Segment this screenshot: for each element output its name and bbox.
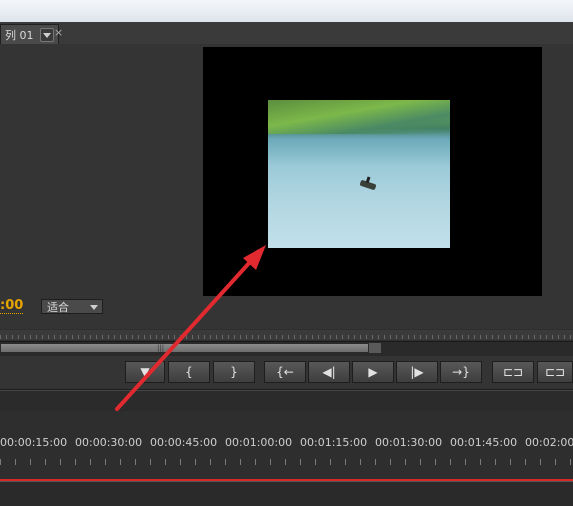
zoom-select[interactable]: 适合: [41, 299, 103, 314]
go-to-in-button[interactable]: {←: [264, 361, 306, 383]
chevron-down-icon: [90, 305, 98, 310]
zoom-scrollbar-handle[interactable]: [368, 343, 381, 353]
monitor-time-ruler[interactable]: [0, 330, 573, 340]
close-icon[interactable]: ×: [54, 26, 63, 39]
sequence-tab[interactable]: 列 01: [0, 24, 59, 44]
step-back-button[interactable]: ◀|: [308, 361, 350, 383]
timeline-track-area[interactable]: [0, 481, 573, 506]
video-frame: [268, 100, 450, 248]
zoom-select-value: 适合: [47, 301, 69, 314]
timecode-label: 00:01:15:00: [300, 436, 368, 449]
video-boat: [359, 179, 377, 191]
add-marker-button[interactable]: ▼: [125, 361, 165, 383]
step-forward-button[interactable]: |▶: [396, 361, 438, 383]
mark-in-button[interactable]: {: [168, 361, 210, 383]
extract-button[interactable]: ⊏⊐: [537, 361, 573, 383]
lift-button[interactable]: ⊏⊐: [492, 361, 534, 383]
timecode-label: 00:00:15:00: [0, 436, 68, 449]
video-shore: [268, 100, 450, 134]
timecode-label: 00:00:30:00: [75, 436, 143, 449]
play-button[interactable]: ▶: [352, 361, 394, 383]
chevron-down-icon[interactable]: [39, 27, 54, 42]
timecode-label: 00:02:00:: [525, 436, 573, 449]
timecode-label: 00:01:45:00: [450, 436, 518, 449]
timecode-label: 00:01:30:00: [375, 436, 443, 449]
mark-out-button[interactable]: }: [213, 361, 255, 383]
timecode-label: 00:01:00:00: [225, 436, 293, 449]
timeline-ruler-ticks[interactable]: [0, 453, 573, 467]
timeline-header: [0, 390, 573, 411]
go-to-out-button[interactable]: →}: [440, 361, 482, 383]
window-top-strip: [0, 0, 573, 23]
grip-icon: |||: [157, 344, 165, 352]
timecode-label: 00:00:45:00: [150, 436, 218, 449]
monitor-tab-bar: 列 01 ×: [0, 22, 573, 45]
current-timecode[interactable]: :00: [0, 299, 24, 314]
zoom-scrollbar-thumb[interactable]: [0, 343, 380, 353]
sequence-tab-label: 列 01: [5, 28, 34, 42]
timeline-ruler-labels[interactable]: 00:00:15:00 00:00:30:00 00:00:45:00 00:0…: [0, 436, 573, 450]
